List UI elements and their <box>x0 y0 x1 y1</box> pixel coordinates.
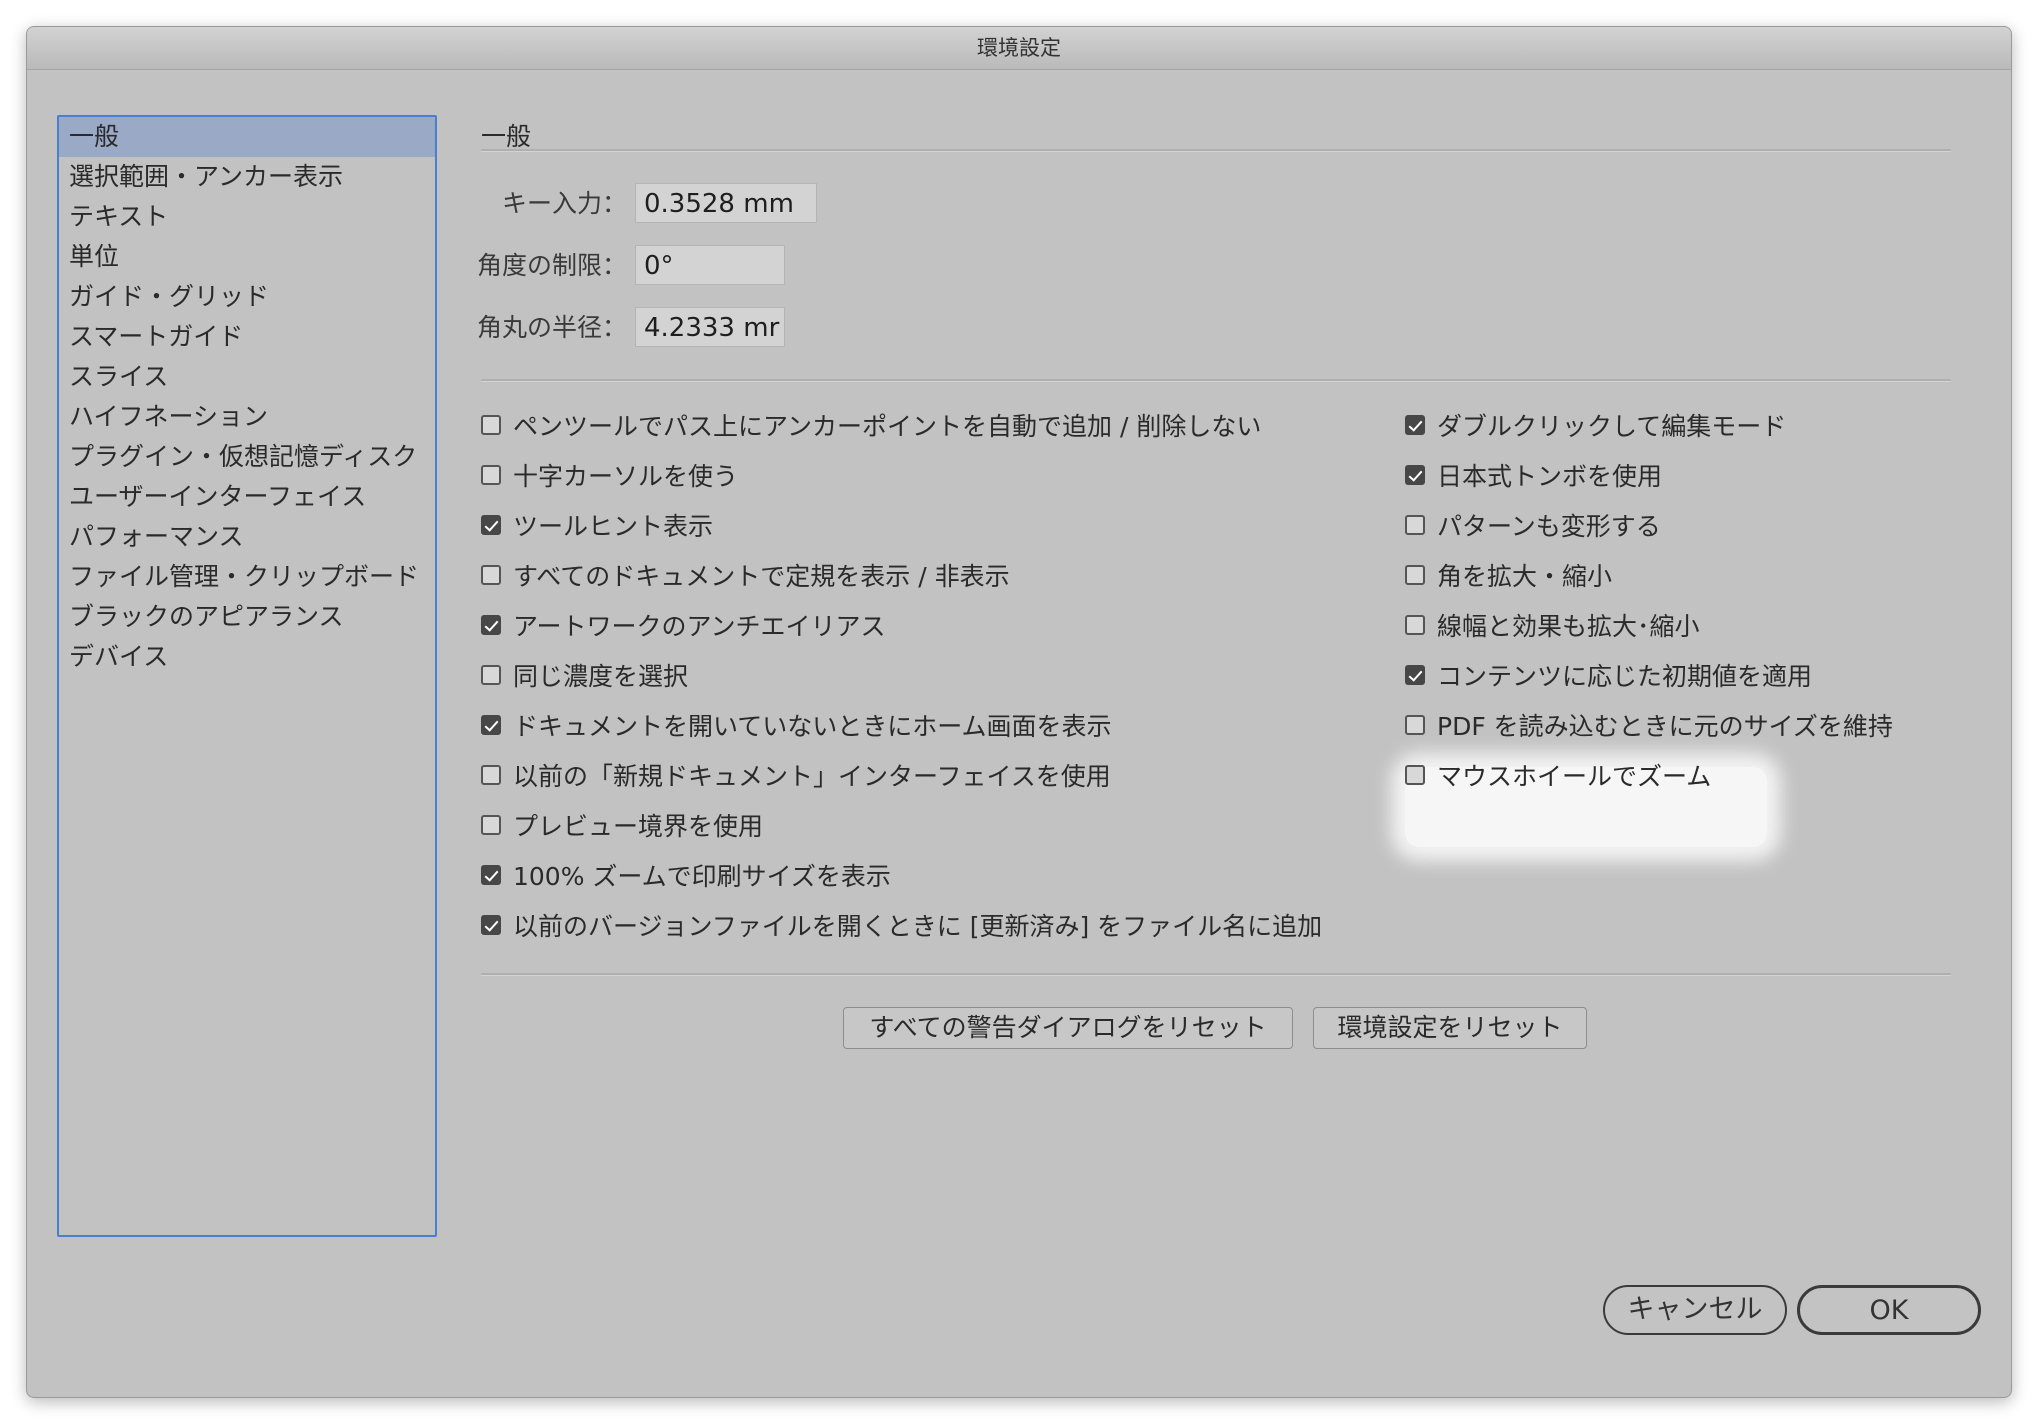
corner-radius-input[interactable]: 4.2333 mr <box>635 307 785 347</box>
option-row[interactable]: 角を拡大・縮小 <box>1405 557 1612 593</box>
checkbox[interactable] <box>1405 665 1425 685</box>
option-row[interactable]: 同じ濃度を選択 <box>481 657 688 693</box>
option-row[interactable]: すべてのドキュメントで定規を表示 / 非表示 <box>481 557 1010 593</box>
option-row[interactable]: ツールヒント表示 <box>481 507 713 543</box>
checkbox[interactable] <box>1405 615 1425 635</box>
checkbox-label: ドキュメントを開いていないときにホーム画面を表示 <box>513 712 1112 741</box>
checkbox-label: 同じ濃度を選択 <box>513 662 689 691</box>
sidebar-item-units[interactable]: 単位 <box>59 237 435 277</box>
checkbox-label: プレビュー境界を使用 <box>513 812 764 841</box>
option-row[interactable]: パターンも変形する <box>1405 507 1661 543</box>
sidebar-item-user-interface[interactable]: ユーザーインターフェイス <box>59 477 435 517</box>
option-row[interactable]: 十字カーソルを使う <box>481 457 738 493</box>
cancel-button[interactable]: キャンセル <box>1603 1285 1787 1335</box>
checkbox-label: 以前の「新規ドキュメント」インターフェイスを使用 <box>513 762 1111 791</box>
checkbox-label: PDF を読み込むときに元のサイズを維持 <box>1437 712 1893 741</box>
checkbox[interactable] <box>481 815 501 835</box>
option-row[interactable]: アートワークのアンチエイリアス <box>481 607 886 643</box>
option-row[interactable]: プレビュー境界を使用 <box>481 807 763 843</box>
checkbox-label: パターンも変形する <box>1437 512 1661 541</box>
checkbox-label: 100% ズームで印刷サイズを表示 <box>513 862 891 891</box>
divider <box>481 149 1951 152</box>
checkbox-label: ダブルクリックして編集モード <box>1437 412 1787 441</box>
checkbox[interactable] <box>481 765 501 785</box>
option-row[interactable]: コンテンツに応じた初期値を適用 <box>1405 657 1812 693</box>
option-row[interactable]: 日本式トンボを使用 <box>1405 457 1662 493</box>
checkbox[interactable] <box>481 915 501 935</box>
checkbox[interactable] <box>481 415 501 435</box>
checkbox-label: 十字カーソルを使う <box>513 462 739 491</box>
reset-preferences-button[interactable]: 環境設定をリセット <box>1313 1007 1587 1049</box>
sidebar-item-smart-guides[interactable]: スマートガイド <box>59 317 435 357</box>
option-row[interactable]: 100% ズームで印刷サイズを表示 <box>481 857 891 893</box>
divider <box>481 379 1951 382</box>
checkbox-label: 以前のバージョンファイルを開くときに [更新済み] をファイル名に追加 <box>513 912 1323 941</box>
keyboard-increment-label: キー入力： <box>501 189 627 218</box>
checkbox[interactable] <box>1405 565 1425 585</box>
checkbox[interactable] <box>481 515 501 535</box>
checkbox-label: コンテンツに応じた初期値を適用 <box>1437 662 1813 691</box>
checkbox-label: マウスホイールでズーム <box>1437 762 1712 791</box>
checkbox[interactable] <box>481 665 501 685</box>
checkbox[interactable] <box>481 715 501 735</box>
option-row[interactable]: 以前の「新規ドキュメント」インターフェイスを使用 <box>481 757 1111 793</box>
sidebar-item-text[interactable]: テキスト <box>59 197 435 237</box>
checkbox-label: 線幅と効果も拡大･縮小 <box>1437 612 1700 641</box>
sidebar-item-guides-grid[interactable]: ガイド・グリッド <box>59 277 435 317</box>
ok-button[interactable]: OK <box>1797 1285 1981 1335</box>
checkbox-label: アートワークのアンチエイリアス <box>513 612 886 641</box>
sidebar-item-slices[interactable]: スライス <box>59 357 435 397</box>
constrain-angle-input[interactable]: 0° <box>635 245 785 285</box>
corner-radius-label: 角丸の半径： <box>476 313 627 342</box>
checkbox-label: ツールヒント表示 <box>513 512 714 541</box>
option-row[interactable]: マウスホイールでズーム <box>1405 757 1711 793</box>
option-row[interactable]: 以前のバージョンファイルを開くときに [更新済み] をファイル名に追加 <box>481 907 1322 943</box>
option-row[interactable]: PDF を読み込むときに元のサイズを維持 <box>1405 707 1893 743</box>
option-row[interactable]: ドキュメントを開いていないときにホーム画面を表示 <box>481 707 1112 743</box>
checkbox[interactable] <box>1405 715 1425 735</box>
sidebar-item-appearance-of-black[interactable]: ブラックのアピアランス <box>59 597 435 637</box>
section-title: 一般 <box>481 122 532 151</box>
reset-all-warnings-button[interactable]: すべての警告ダイアログをリセット <box>843 1007 1293 1049</box>
sidebar-item-selection-anchor[interactable]: 選択範囲・アンカー表示 <box>59 157 435 197</box>
option-row[interactable]: ダブルクリックして編集モード <box>1405 407 1786 443</box>
checkbox[interactable] <box>1405 465 1425 485</box>
checkbox[interactable] <box>1405 765 1425 785</box>
window-title: 環境設定 <box>27 27 2011 70</box>
checkbox-label: 角を拡大・縮小 <box>1437 562 1613 591</box>
checkbox[interactable] <box>481 465 501 485</box>
checkbox-label: すべてのドキュメントで定規を表示 / 非表示 <box>513 562 1010 591</box>
checkbox[interactable] <box>1405 415 1425 435</box>
divider <box>481 973 1951 976</box>
checkbox[interactable] <box>1405 515 1425 535</box>
constrain-angle-label: 角度の制限： <box>476 251 627 280</box>
category-list[interactable]: 一般 選択範囲・アンカー表示 テキスト 単位 ガイド・グリッド スマートガイド … <box>57 115 437 1237</box>
sidebar-item-hyphenation[interactable]: ハイフネーション <box>59 397 435 437</box>
option-row[interactable]: 線幅と効果も拡大･縮小 <box>1405 607 1700 643</box>
sidebar-item-performance[interactable]: パフォーマンス <box>59 517 435 557</box>
sidebar-item-general[interactable]: 一般 <box>59 117 435 157</box>
checkbox[interactable] <box>481 565 501 585</box>
preferences-dialog: 環境設定 一般 選択範囲・アンカー表示 テキスト 単位 ガイド・グリッド スマー… <box>26 26 2012 1398</box>
checkbox-label: 日本式トンボを使用 <box>1437 462 1663 491</box>
option-row[interactable]: ペンツールでパス上にアンカーポイントを自動で追加 / 削除しない <box>481 407 1261 443</box>
checkbox[interactable] <box>481 865 501 885</box>
sidebar-item-devices[interactable]: デバイス <box>59 637 435 677</box>
keyboard-increment-input[interactable]: 0.3528 mm <box>635 183 817 223</box>
checkbox-label: ペンツールでパス上にアンカーポイントを自動で追加 / 削除しない <box>513 412 1262 441</box>
sidebar-item-file-handling-clipboard[interactable]: ファイル管理・クリップボード <box>59 557 435 597</box>
checkbox[interactable] <box>481 615 501 635</box>
sidebar-item-plugins-scratch-disks[interactable]: プラグイン・仮想記憶ディスク <box>59 437 435 477</box>
